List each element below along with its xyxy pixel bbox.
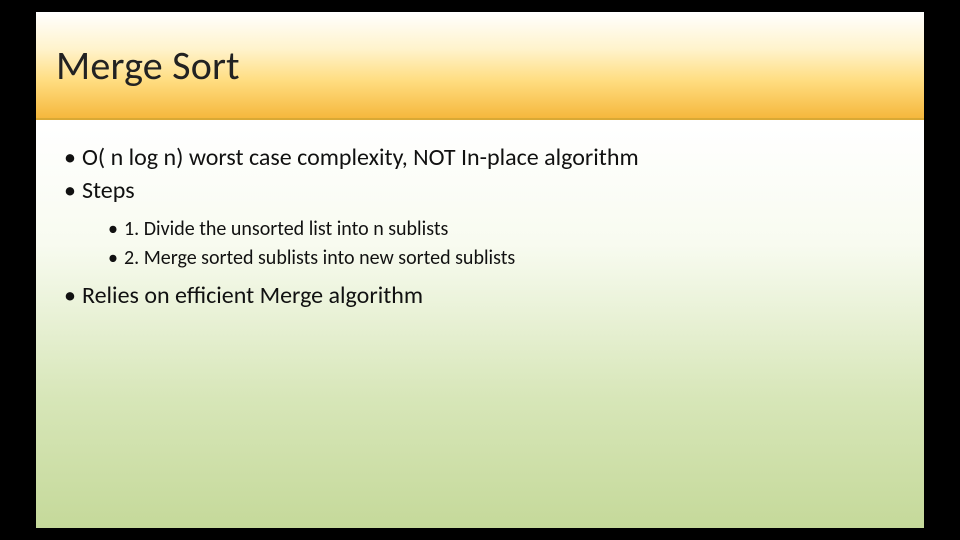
bullet-text: Relies on efficient Merge algorithm bbox=[82, 281, 423, 310]
sub-bullet-merge: •2. Merge sorted sublists into new sorte… bbox=[108, 245, 896, 272]
bullet-text: 1. Divide the unsorted list into n subli… bbox=[124, 217, 448, 241]
title-band: Merge Sort bbox=[36, 12, 924, 120]
bullet-icon: • bbox=[64, 142, 82, 173]
bullet-complexity: •O( n log n) worst case complexity, NOT … bbox=[64, 142, 896, 173]
bullet-relies: •Relies on efficient Merge algorithm bbox=[64, 280, 896, 311]
sub-bullets: •1. Divide the unsorted list into n subl… bbox=[108, 216, 896, 272]
bullet-icon: • bbox=[108, 245, 124, 272]
bullet-text: 2. Merge sorted sublists into new sorted… bbox=[124, 246, 515, 270]
slide-title: Merge Sort bbox=[56, 41, 240, 90]
sub-bullet-divide: •1. Divide the unsorted list into n subl… bbox=[108, 216, 896, 243]
slide: Merge Sort •O( n log n) worst case compl… bbox=[36, 12, 924, 528]
bullet-icon: • bbox=[64, 175, 82, 206]
bullet-icon: • bbox=[108, 216, 124, 243]
bullet-text: Steps bbox=[82, 176, 135, 205]
bullet-icon: • bbox=[64, 280, 82, 311]
bullet-text: O( n log n) worst case complexity, NOT I… bbox=[82, 143, 639, 172]
slide-content: •O( n log n) worst case complexity, NOT … bbox=[64, 142, 896, 314]
bullet-steps: •Steps bbox=[64, 175, 896, 206]
